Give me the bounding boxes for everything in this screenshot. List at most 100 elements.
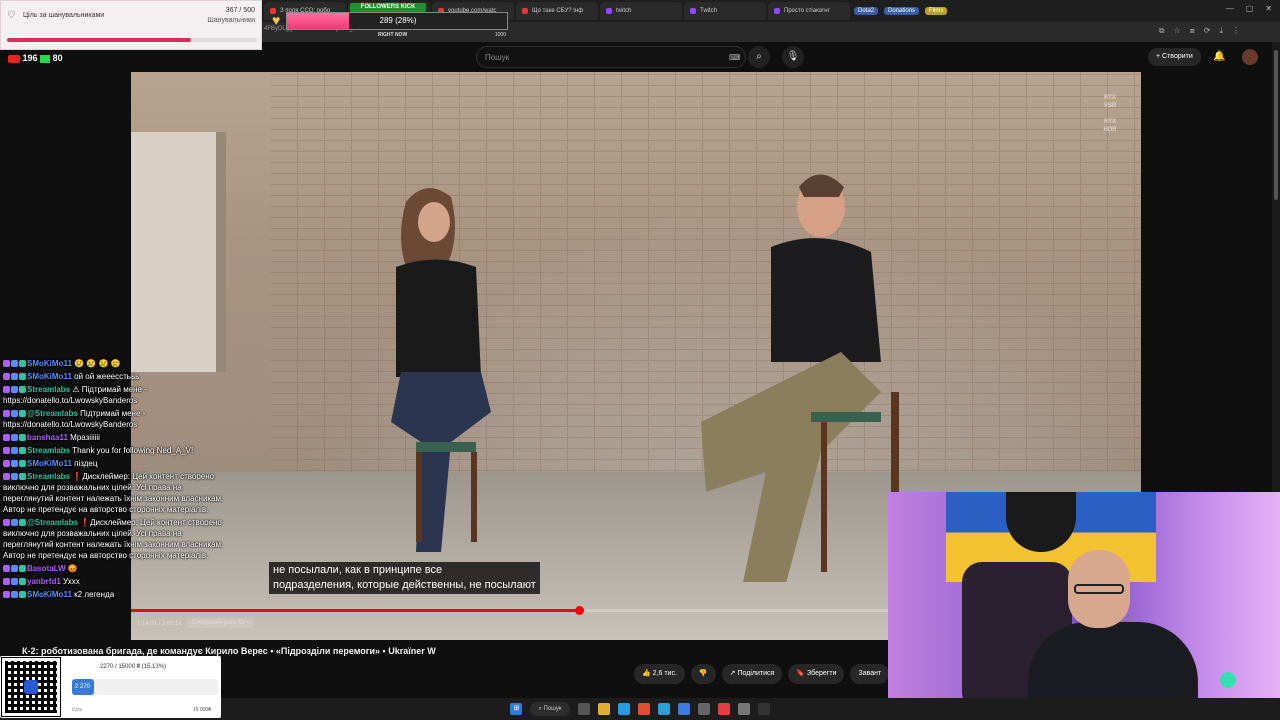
- menu-icon[interactable]: ⋮: [1232, 26, 1240, 36]
- taskbar-search[interactable]: ⌕ Пошук: [530, 702, 570, 716]
- browser-tab[interactable]: Просто стіакогнг: [768, 2, 850, 20]
- calculator-icon[interactable]: [697, 703, 710, 715]
- tab-label: twitch: [616, 8, 632, 14]
- like-button[interactable]: 👍 2,6 тис.: [634, 664, 685, 684]
- goal-count-value: 367 / 500: [225, 7, 255, 14]
- chat-badge-icon: [19, 386, 26, 394]
- bookmark-folder[interactable]: Dota2: [852, 2, 880, 20]
- lamp-light: [1220, 672, 1236, 688]
- minimize-icon[interactable]: —: [1226, 4, 1234, 13]
- close-icon[interactable]: ✕: [1265, 4, 1272, 13]
- file-explorer-icon[interactable]: [597, 703, 610, 715]
- task-view-icon[interactable]: [577, 703, 590, 715]
- screen: З поля ССО: робоПекло Вугледараyoutube.c…: [0, 0, 1280, 720]
- chat-badge-icon: [11, 519, 18, 527]
- donation-widget: 2270 / 15000 ₴ (15.13%) 2 270 Ціль 15 00…: [0, 656, 221, 718]
- browser-tab[interactable]: twitch: [600, 2, 682, 20]
- browser-toolbar-icons: ⧉ ☆ ⧈ ⟳ ⤓ ⋮: [1159, 26, 1240, 36]
- sync-icon[interactable]: ⟳: [1204, 26, 1211, 36]
- thumbs-down-icon: 👎: [698, 670, 708, 677]
- edge-icon[interactable]: [617, 703, 630, 715]
- start-menu-icon[interactable]: ⊞: [510, 703, 523, 715]
- chat-badge-icon: [11, 447, 18, 455]
- tab-favicon-icon: [606, 8, 612, 14]
- chat-nickname: @Streamlabs: [27, 518, 78, 527]
- chat-text: 😢 😢 😢 😢: [74, 359, 121, 368]
- chapter-button[interactable]: Створення роти К2 ›: [186, 618, 255, 628]
- chat-message: SMoKiMo11 піздец: [3, 458, 228, 469]
- mic-icon: 🎙: [786, 51, 800, 62]
- maximize-icon[interactable]: ▢: [1246, 4, 1254, 13]
- chat-badge-icon: [11, 360, 18, 368]
- install-icon[interactable]: ⧉: [1159, 26, 1165, 36]
- create-label: Створити: [1162, 53, 1193, 60]
- search-icon: ⌕: [756, 51, 762, 62]
- search-button[interactable]: ⌕: [748, 46, 770, 68]
- bookmark-folder[interactable]: Donations: [882, 2, 921, 20]
- video-progress-bar[interactable]: [131, 606, 891, 615]
- video-actions: 👍 2,6 тис. 👎 ↗ Поділитися 🔖 Зберегти Зав…: [634, 664, 890, 684]
- chat-badge-icon: [19, 519, 26, 527]
- chat-badge-icon: [3, 460, 10, 468]
- scrollbar-thumb[interactable]: [1274, 50, 1278, 200]
- chat-badge-icon: [11, 434, 18, 442]
- chat-message: Streamlabs ❗Дисклеймер: Цей контент ство…: [3, 471, 228, 515]
- goal-count-label: Шанувальники: [207, 17, 255, 24]
- donation-progress-bar: 2 270: [72, 679, 218, 695]
- chat-badge-icon: [3, 360, 10, 368]
- obs-icon[interactable]: [757, 703, 770, 715]
- chat-badge-icon: [11, 410, 18, 418]
- like-count: 2,6 тис.: [652, 670, 677, 677]
- tab-favicon-icon: [522, 8, 528, 14]
- youtube-icon: [8, 54, 20, 63]
- chat-message: @Streamlabs Підтримай мене - https://don…: [3, 408, 228, 430]
- telegram-icon[interactable]: [657, 703, 670, 715]
- fan-goal-widget: ♡ Ціль за шанувальниками 367 / 500 Шанув…: [0, 0, 262, 50]
- settings-icon[interactable]: [737, 703, 750, 715]
- chat-message: yanbrfd1 Уххх: [3, 576, 228, 587]
- download-button[interactable]: Завант: [850, 664, 890, 684]
- tab-label: Twitch: [700, 8, 718, 14]
- tab-favicon-icon: [774, 8, 780, 14]
- chrome-icon[interactable]: [717, 703, 730, 715]
- voice-search-button[interactable]: 🎙: [782, 46, 804, 68]
- bookmark-folder[interactable]: Films: [923, 2, 949, 20]
- chat-message: SMoKiMo11 ой ой жееесстььь: [3, 371, 228, 382]
- flag-emblem: [1006, 492, 1076, 552]
- kick-max: 1000: [494, 32, 506, 38]
- video-title: К-2: роботизована бригада, де командує К…: [22, 646, 436, 656]
- share-button[interactable]: ↗ Поділитися: [721, 664, 783, 684]
- app-icon[interactable]: [677, 703, 690, 715]
- bookmark-folder-label: Dota2: [854, 7, 879, 15]
- dislike-button[interactable]: 👎: [690, 664, 716, 684]
- bookmark-star-icon[interactable]: ☆: [1173, 26, 1180, 36]
- share-label: Поділитися: [737, 670, 775, 677]
- search-input[interactable]: Пошук ⌨: [476, 46, 746, 68]
- chat-text: ой ой жееесстььь: [74, 372, 140, 381]
- chat-badge-icon: [3, 386, 10, 394]
- chat-text: Уххх: [63, 577, 80, 586]
- firefox-icon[interactable]: [637, 703, 650, 715]
- browser-tab[interactable]: Що таке СБУ? Інф: [516, 2, 598, 20]
- chat-nickname: banshaa11: [27, 433, 68, 442]
- chat-badge-icon: [3, 578, 10, 586]
- keyboard-icon[interactable]: ⌨: [729, 53, 741, 62]
- download-icon[interactable]: ⤓: [1219, 26, 1223, 36]
- goal-progress-fill: [7, 38, 191, 42]
- chapter-label: Створення роти К2: [192, 620, 245, 626]
- bookmark-folder-label: Donations: [884, 7, 920, 15]
- download-label: Завант: [858, 670, 882, 677]
- subtitle-line-2: подразделения, которые действенны, не по…: [273, 579, 536, 591]
- create-button[interactable]: + Створити: [1148, 48, 1201, 66]
- kick-progress-bar: 289 (28%): [286, 12, 508, 30]
- browser-tab[interactable]: Twitch: [684, 2, 766, 20]
- chat-nickname: BasotaLW: [27, 564, 66, 573]
- kick-followers-widget: ♥ FOLLOWERS KICK 289 (28%) RIGHT NOW 100…: [272, 3, 508, 38]
- notifications-bell-icon[interactable]: 🔔: [1213, 51, 1225, 62]
- save-button[interactable]: 🔖 Зберегти: [788, 664, 845, 684]
- extensions-icon[interactable]: ⧈: [1190, 26, 1195, 36]
- heart-icon: ♡: [7, 10, 16, 21]
- chat-badge-icon: [3, 565, 10, 573]
- chat-nickname: Streamlabs: [27, 385, 71, 394]
- avatar[interactable]: [1242, 49, 1258, 65]
